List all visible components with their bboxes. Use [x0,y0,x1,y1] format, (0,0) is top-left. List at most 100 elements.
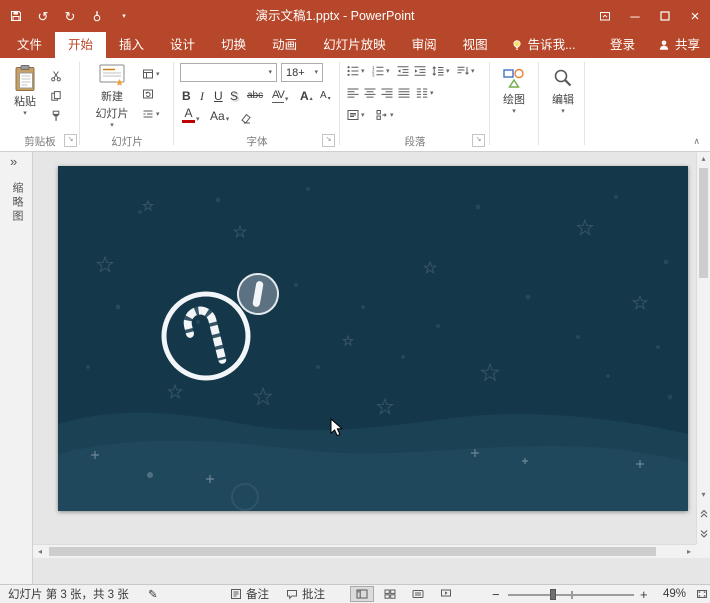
drawing-group-button[interactable]: 绘图 ▾ [494,66,534,115]
expand-pane-icon[interactable]: » [10,154,17,169]
align-center-button[interactable] [364,87,376,99]
next-slide-button[interactable] [697,524,710,542]
reading-view-button[interactable] [406,586,430,602]
tab-animations[interactable]: 动画 [259,32,310,58]
decrease-indent-button[interactable] [397,65,409,77]
ribbon-display-options-button[interactable] [590,0,620,32]
strikethrough-button[interactable]: abc [247,87,263,103]
save-icon [10,10,22,22]
tab-home[interactable]: 开始 [55,32,106,58]
tab-insert[interactable]: 插入 [106,32,157,58]
bold-button[interactable]: B [182,87,191,103]
tab-file[interactable]: 文件 [4,32,55,58]
paste-button[interactable]: 粘贴 ▾ [6,64,44,117]
notes-button[interactable]: 备注 [230,585,269,603]
tell-me-box[interactable]: 告诉我... [501,32,586,58]
save-button[interactable] [8,8,24,24]
horizontal-scroll-thumb[interactable] [49,547,656,556]
tab-design[interactable]: 设计 [157,32,208,58]
section-button[interactable]: ▾ [142,108,160,120]
zoom-level[interactable]: 49% [663,585,686,603]
convert-smartart-button[interactable]: ▾ [376,109,394,121]
zoom-in-icon: + [640,587,648,602]
shrink-font-button[interactable]: A▾ [320,87,331,103]
change-case-button[interactable]: Aa▾ [210,107,229,123]
justify-icon [398,87,410,99]
align-right-button[interactable] [381,87,393,99]
font-size-combobox[interactable]: 18+ ▾ [281,63,323,82]
normal-view-icon [356,588,368,600]
redo-button[interactable]: ↻ [62,8,78,24]
align-text-icon [347,109,359,121]
share-button[interactable]: 共享 [648,32,710,58]
sign-in-button[interactable]: 登录 [597,32,648,58]
close-button[interactable]: × [680,0,710,32]
line-spacing-button[interactable]: ▾ [432,65,450,77]
undo-button[interactable]: ↺ [35,8,51,24]
slide-layout-button[interactable]: ▾ [142,68,160,80]
format-painter-button[interactable] [50,110,62,122]
slide-show-view-button[interactable] [434,586,458,602]
slide-indicator[interactable]: 幻灯片 第 3 张，共 3 张 [8,585,129,603]
tab-review[interactable]: 审阅 [399,32,450,58]
columns-button[interactable]: ▾ [416,87,434,99]
tab-transitions[interactable]: 切换 [208,32,259,58]
ink-button[interactable]: ✎ [148,585,158,603]
thumbnail-pane-collapsed[interactable]: » 缩略图 [0,152,33,584]
justify-button[interactable] [398,87,410,99]
align-left-button[interactable] [347,87,359,99]
dropdown-arrow-icon: ▾ [390,112,394,119]
grow-font-button[interactable]: A▴ [300,87,313,103]
align-text-button[interactable]: ▾ [347,109,365,121]
magnifier-icon [551,66,575,90]
tab-view[interactable]: 视图 [450,32,501,58]
reset-slide-button[interactable] [142,88,154,100]
font-name-combobox[interactable]: ▾ [180,63,277,82]
text-direction-button[interactable]: ▾ [457,65,475,77]
scroll-right-button[interactable]: ▸ [682,545,696,559]
zoom-slider-thumb[interactable] [550,589,556,600]
increase-indent-icon [414,65,426,77]
clear-formatting-button[interactable] [240,108,252,124]
cut-button[interactable] [50,70,62,82]
editing-group-button[interactable]: 编辑 ▾ [544,66,582,115]
underline-button[interactable]: U [214,87,223,103]
tab-slide-show[interactable]: 幻灯片放映 [310,32,399,58]
scroll-down-button[interactable]: ▾ [697,488,710,502]
normal-view-button[interactable] [350,586,374,602]
increase-indent-button[interactable] [414,65,426,77]
dropdown-arrow-icon: ▾ [110,122,114,129]
shapes-icon [502,66,526,90]
text-shadow-button[interactable]: S [230,87,238,103]
character-spacing-button[interactable]: AV▾ [272,87,288,103]
columns-icon [416,87,428,99]
dropdown-arrow-icon: ▾ [196,116,200,123]
italic-button[interactable]: I [200,87,204,103]
minimize-button[interactable]: ─ [620,0,650,32]
clipboard-dialog-launcher[interactable]: ↘ [64,134,77,147]
scroll-left-button[interactable]: ◂ [33,545,47,559]
paragraph-dialog-launcher[interactable]: ↘ [472,134,485,147]
notes-icon [230,588,242,600]
horizontal-scrollbar[interactable]: ◂ ▸ [33,544,696,558]
new-slide-button[interactable]: 新建 幻灯片 ▾ [88,63,136,129]
copy-button[interactable] [50,90,62,102]
previous-slide-button[interactable] [697,504,710,522]
scroll-up-button[interactable]: ▴ [697,152,710,166]
maximize-button[interactable] [650,0,680,32]
zoom-in-button[interactable]: + [640,585,648,603]
fit-slide-to-window-button[interactable] [690,586,710,602]
zoom-out-button[interactable]: − [492,585,500,603]
font-dialog-launcher[interactable]: ↘ [322,134,335,147]
collapse-ribbon-button[interactable]: ∧ [693,136,700,147]
vertical-scrollbar[interactable]: ▴ ▾ [696,152,710,544]
slide-sorter-view-button[interactable] [378,586,402,602]
font-color-button[interactable]: A▾ [182,107,200,123]
comments-button[interactable]: 批注 [286,585,325,603]
vertical-scroll-thumb[interactable] [699,168,708,278]
group-separator [173,62,174,145]
slide-canvas[interactable] [58,166,688,511]
numbering-button[interactable]: ▾ [372,65,390,77]
line-spacing-icon [432,65,444,77]
bullets-button[interactable]: ▾ [347,65,365,77]
